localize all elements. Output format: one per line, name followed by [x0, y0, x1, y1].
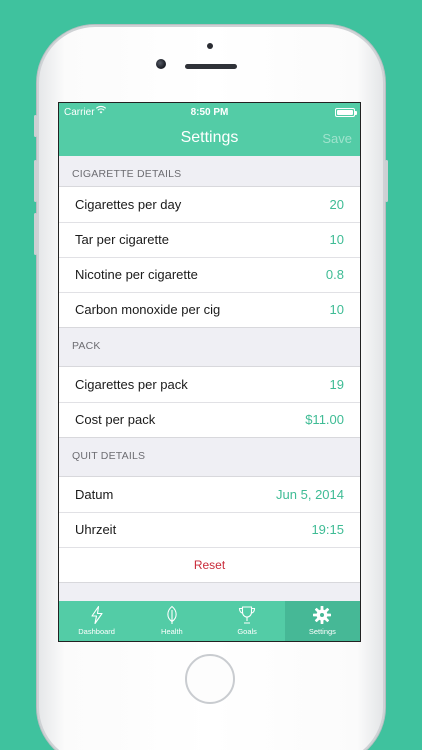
tab-label: Settings [308, 627, 336, 636]
setting-row-nicotine-per-cigarette[interactable]: Nicotine per cigarette 0.8 [59, 257, 360, 292]
setting-label: Uhrzeit [75, 522, 117, 537]
quit-details-group: Datum Jun 5, 2014 Uhrzeit 19:15 Reset [59, 476, 360, 583]
setting-label: Cigarettes per pack [75, 377, 188, 392]
setting-value: 20 [329, 197, 344, 212]
setting-value: 0.8 [325, 267, 344, 282]
nav-header: Carrier 8:50 PM Settings Save [59, 103, 360, 156]
pack-group: Cigarettes per pack 19 Cost per pack $11… [59, 366, 360, 438]
tab-label: Dashboard [78, 627, 115, 636]
setting-row-cigarettes-per-day[interactable]: Cigarettes per day 20 [59, 187, 360, 222]
save-button[interactable]: Save [322, 131, 352, 146]
tab-bar: Dashboard Health Goals Settings [59, 601, 360, 641]
setting-value: 19 [329, 377, 344, 392]
status-time: 8:50 PM [190, 107, 229, 118]
tab-label: Goals [237, 627, 257, 636]
setting-row-cigarettes-per-pack[interactable]: Cigarettes per pack 19 [59, 367, 360, 402]
tab-dashboard[interactable]: Dashboard [59, 601, 134, 641]
volume-down-button [34, 213, 37, 255]
tab-settings[interactable]: Settings [284, 601, 360, 641]
setting-label: Tar per cigarette [75, 232, 169, 247]
battery-icon [335, 108, 357, 117]
page-title: Settings [180, 129, 239, 146]
earpiece-speaker [185, 64, 237, 69]
lightning-icon [91, 605, 103, 625]
tab-goals[interactable]: Goals [210, 601, 285, 641]
setting-label: Cigarettes per day [75, 197, 182, 212]
setting-row-uhrzeit[interactable]: Uhrzeit 19:15 [59, 512, 360, 547]
power-button [385, 160, 388, 202]
setting-row-datum[interactable]: Datum Jun 5, 2014 [59, 477, 360, 512]
setting-value: 10 [329, 232, 344, 247]
section-header-quit-details: QUIT DETAILS [72, 450, 146, 462]
setting-value: 10 [329, 302, 344, 317]
tab-label: Health [161, 627, 183, 636]
app-screen: Carrier 8:50 PM Settings Save CIGARETTE … [58, 102, 361, 642]
setting-label: Datum [75, 487, 114, 502]
home-button[interactable] [185, 654, 235, 704]
status-bar: Carrier 8:50 PM [59, 103, 360, 123]
setting-label: Carbon monoxide per cig [75, 302, 221, 317]
cigarette-details-group: Cigarettes per day 20 Tar per cigarette … [59, 186, 360, 328]
setting-label: Cost per pack [75, 412, 156, 427]
leaf-icon [167, 605, 177, 624]
volume-up-button [34, 160, 37, 202]
trophy-icon [239, 606, 256, 624]
setting-value: 19:15 [311, 522, 344, 537]
section-header-pack: PACK [72, 340, 101, 352]
setting-value: $11.00 [305, 412, 344, 427]
setting-row-tar-per-cigarette[interactable]: Tar per cigarette 10 [59, 222, 360, 257]
front-camera [156, 59, 166, 69]
section-header-cigarette-details: CIGARETTE DETAILS [72, 168, 182, 180]
setting-row-cost-per-pack[interactable]: Cost per pack $11.00 [59, 402, 360, 437]
tab-health[interactable]: Health [134, 601, 209, 641]
setting-value: Jun 5, 2014 [276, 487, 344, 502]
setting-label: Nicotine per cigarette [75, 267, 198, 282]
gear-icon [313, 606, 332, 624]
reset-button[interactable]: Reset [59, 547, 360, 582]
mute-switch [34, 115, 37, 137]
setting-row-carbon-monoxide[interactable]: Carbon monoxide per cig 10 [59, 292, 360, 327]
proximity-sensor [207, 43, 213, 49]
